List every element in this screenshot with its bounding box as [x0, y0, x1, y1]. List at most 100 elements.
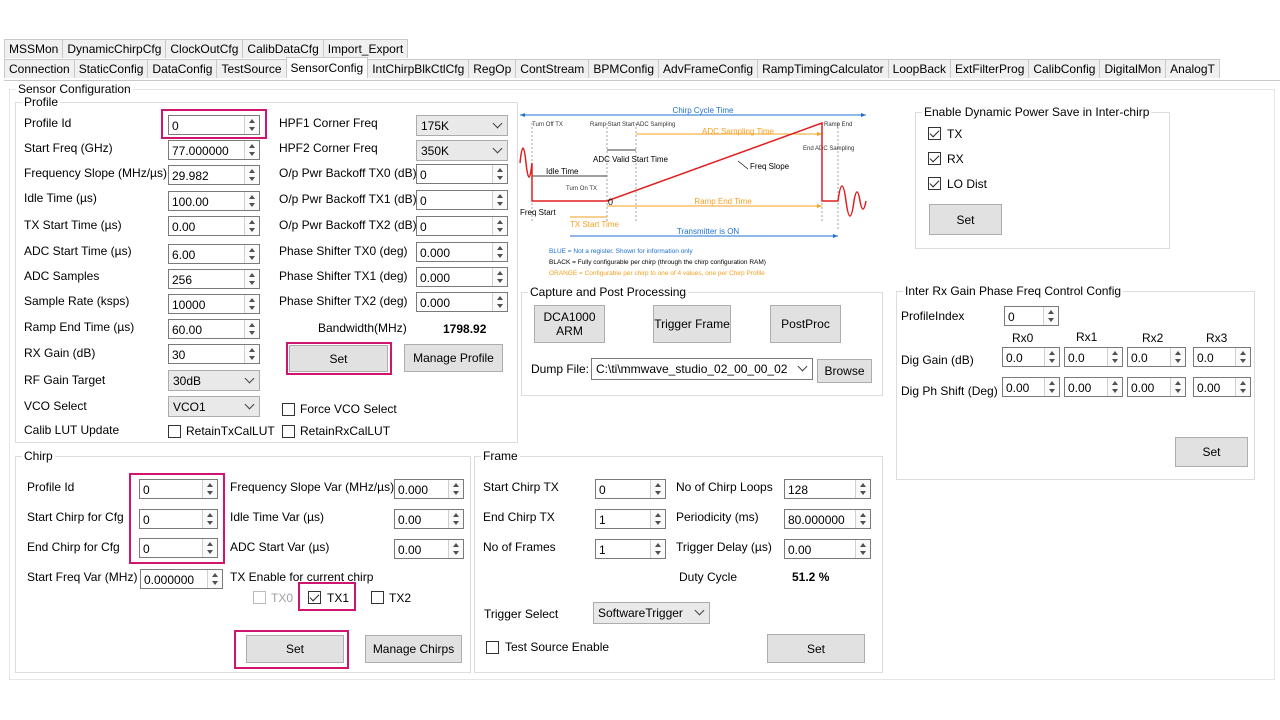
freq-slope-input[interactable]: 29.982 — [168, 165, 260, 185]
spin-arrows-icon[interactable] — [244, 166, 259, 184]
spin-arrows-icon[interactable] — [650, 540, 665, 558]
spin-arrows-icon[interactable] — [1235, 378, 1250, 396]
tab-calibdatacfg[interactable]: CalibDataCfg — [242, 39, 324, 58]
spin-arrows-icon[interactable] — [448, 480, 463, 498]
adc-start-time-input[interactable]: 6.00 — [168, 244, 260, 264]
op-pwr-tx2-input[interactable]: 0 — [416, 216, 508, 236]
tx1-checkbox[interactable] — [308, 591, 321, 604]
spin-arrows-icon[interactable] — [244, 141, 259, 159]
dps-rx-checkbox[interactable] — [928, 152, 941, 165]
tx2-checkbox[interactable] — [371, 591, 384, 604]
tab-contstream[interactable]: ContStream — [515, 59, 590, 78]
spin-arrows-icon[interactable] — [202, 510, 217, 528]
adc-start-var-input[interactable]: 0.00 — [394, 539, 464, 559]
chirp-set-button[interactable]: Set — [246, 635, 344, 663]
ps-tx0-input[interactable]: 0.000 — [416, 242, 508, 262]
op-pwr-tx0-input[interactable]: 0 — [416, 164, 508, 184]
spin-arrows-icon[interactable] — [492, 243, 507, 261]
idle-time-var-input[interactable]: 0.00 — [394, 509, 464, 529]
tab-testsource[interactable]: TestSource — [216, 59, 287, 78]
chirp-loops-input[interactable]: 128 — [784, 479, 871, 499]
retain-rx-cal-lut-checkbox[interactable] — [282, 425, 295, 438]
spin-arrows-icon[interactable] — [492, 268, 507, 286]
dig-gain-rx3-input[interactable]: 0.0 — [1193, 347, 1251, 367]
spin-arrows-icon[interactable] — [244, 245, 259, 263]
ps-tx1-input[interactable]: 0.000 — [416, 267, 508, 287]
trigger-frame-button[interactable]: Trigger Frame — [653, 305, 731, 343]
tab-staticconfig[interactable]: StaticConfig — [73, 59, 149, 78]
dps-lo-dist-checkbox[interactable] — [928, 177, 941, 190]
tab-digitalmon[interactable]: DigitalMon — [1099, 59, 1167, 78]
tab-regop[interactable]: RegOp — [468, 59, 517, 78]
trigger-select[interactable]: SoftwareTrigger — [593, 602, 710, 624]
spin-arrows-icon[interactable] — [244, 192, 259, 210]
tab-dynamicchirpcfg[interactable]: DynamicChirpCfg — [62, 39, 167, 58]
dig-ph-rx0-input[interactable]: 0.00 — [1002, 377, 1060, 397]
manage-profile-button[interactable]: Manage Profile — [404, 344, 503, 372]
tab-advframeconfig[interactable]: AdvFrameConfig — [658, 59, 759, 78]
tab-sensorconfig[interactable]: SensorConfig — [285, 57, 369, 78]
spin-arrows-icon[interactable] — [855, 480, 870, 498]
spin-arrows-icon[interactable] — [650, 510, 665, 528]
spin-arrows-icon[interactable] — [1235, 348, 1250, 366]
tab-extfilterprog[interactable]: ExtFilterProg — [950, 59, 1030, 78]
spin-arrows-icon[interactable] — [1107, 348, 1122, 366]
spin-arrows-icon[interactable] — [1043, 307, 1058, 325]
spin-arrows-icon[interactable] — [492, 165, 507, 183]
spin-arrows-icon[interactable] — [202, 480, 217, 498]
ps-tx2-input[interactable]: 0.000 — [416, 292, 508, 312]
tab-ramptimingcalculator[interactable]: RampTimingCalculator — [757, 59, 889, 78]
force-vco-select-checkbox[interactable] — [282, 403, 295, 416]
spin-arrows-icon[interactable] — [1170, 378, 1185, 396]
browse-button[interactable]: Browse — [817, 359, 872, 383]
rf-gain-target-select[interactable]: 30dB — [168, 370, 260, 391]
op-pwr-tx1-input[interactable]: 0 — [416, 190, 508, 210]
vco-select[interactable]: VCO1 — [168, 396, 260, 417]
spin-arrows-icon[interactable] — [448, 510, 463, 528]
hpf2-select[interactable]: 350K — [416, 140, 508, 161]
ramp-end-time-input[interactable]: 60.00 — [168, 319, 260, 339]
chirp-profile-id-input[interactable]: 0 — [139, 479, 218, 499]
adc-samples-input[interactable]: 256 — [168, 269, 260, 289]
tab-import-export[interactable]: Import_Export — [322, 39, 409, 58]
tx-start-time-input[interactable]: 0.00 — [168, 216, 260, 236]
tab-bpmconfig[interactable]: BPMConfig — [588, 59, 660, 78]
dig-ph-rx1-input[interactable]: 0.00 — [1064, 377, 1123, 397]
profile-index-input[interactable]: 0 — [1004, 306, 1059, 326]
spin-arrows-icon[interactable] — [1170, 348, 1185, 366]
tab-dataconfig[interactable]: DataConfig — [147, 59, 218, 78]
manage-chirps-button[interactable]: Manage Chirps — [365, 635, 462, 663]
spin-arrows-icon[interactable] — [492, 217, 507, 235]
idle-time-input[interactable]: 100.00 — [168, 191, 260, 211]
spin-arrows-icon[interactable] — [202, 539, 217, 557]
spin-arrows-icon[interactable] — [244, 320, 259, 338]
tab-loopback[interactable]: LoopBack — [887, 59, 952, 78]
spin-arrows-icon[interactable] — [1044, 348, 1059, 366]
rx-gain-input[interactable]: 30 — [168, 344, 260, 364]
tab-connection[interactable]: Connection — [4, 59, 75, 78]
sample-rate-input[interactable]: 10000 — [168, 294, 260, 314]
dca1000-arm-button[interactable]: DCA1000 ARM — [534, 305, 605, 343]
freq-slope-var-input[interactable]: 0.000 — [394, 479, 464, 499]
test-source-enable-checkbox[interactable] — [486, 641, 499, 654]
dump-file-select[interactable]: C:\ti\mmwave_studio_02_00_00_02 — [591, 358, 813, 380]
spin-arrows-icon[interactable] — [1107, 378, 1122, 396]
start-chirp-cfg-input[interactable]: 0 — [139, 509, 218, 529]
hpf1-select[interactable]: 175K — [416, 115, 508, 136]
frame-set-button[interactable]: Set — [767, 634, 865, 663]
spin-arrows-icon[interactable] — [492, 293, 507, 311]
retain-tx-cal-lut-checkbox[interactable] — [168, 425, 181, 438]
no-frames-input[interactable]: 1 — [595, 539, 666, 559]
tab-intchirpblkctlcfg[interactable]: IntChirpBlkCtlCfg — [367, 59, 470, 78]
profile-set-button[interactable]: Set — [289, 345, 388, 372]
spin-arrows-icon[interactable] — [244, 345, 259, 363]
spin-arrows-icon[interactable] — [244, 116, 259, 134]
spin-arrows-icon[interactable] — [855, 510, 870, 528]
dig-gain-rx1-input[interactable]: 0.0 — [1064, 347, 1123, 367]
tx0-checkbox[interactable] — [253, 591, 266, 604]
dig-gain-rx0-input[interactable]: 0.0 — [1002, 347, 1060, 367]
start-freq-var-input[interactable]: 0.000000 — [140, 569, 223, 589]
inter-rx-set-button[interactable]: Set — [1175, 437, 1248, 467]
dps-set-button[interactable]: Set — [929, 204, 1002, 235]
spin-arrows-icon[interactable] — [1044, 378, 1059, 396]
